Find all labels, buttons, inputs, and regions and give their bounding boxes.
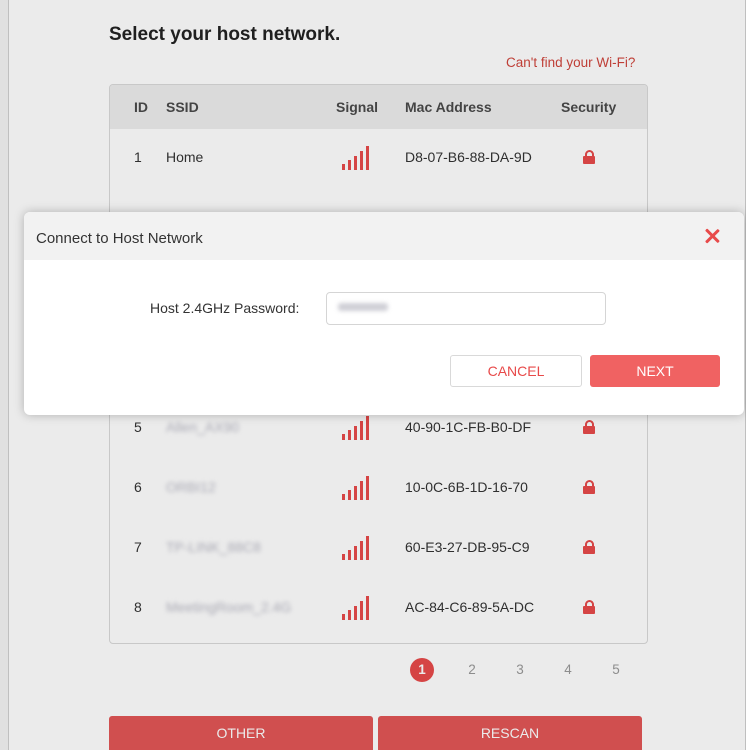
connect-host-network-dialog: Connect to Host Network Host 2.4GHz Pass… <box>24 212 744 415</box>
next-button[interactable]: NEXT <box>590 355 720 387</box>
dialog-title: Connect to Host Network <box>36 230 203 247</box>
cancel-button[interactable]: CANCEL <box>450 355 582 387</box>
dialog-header: Connect to Host Network <box>24 212 744 260</box>
password-label: Host 2.4GHz Password: <box>150 300 300 316</box>
close-icon[interactable] <box>700 224 724 248</box>
password-mask <box>338 303 388 311</box>
